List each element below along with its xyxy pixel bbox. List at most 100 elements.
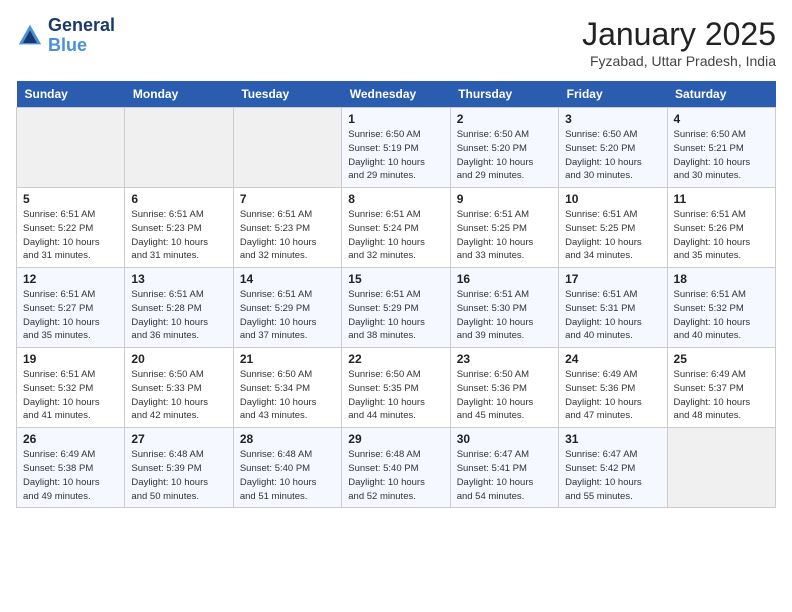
calendar-cell: 28 Sunrise: 6:48 AM Sunset: 5:40 PM Dayli… [233,428,341,508]
day-info: Sunrise: 6:51 AM Sunset: 5:25 PM Dayligh… [457,208,552,263]
calendar-cell: 2 Sunrise: 6:50 AM Sunset: 5:20 PM Daylig… [450,108,558,188]
day-info: Sunrise: 6:51 AM Sunset: 5:30 PM Dayligh… [457,288,552,343]
calendar-cell: 27 Sunrise: 6:48 AM Sunset: 5:39 PM Dayli… [125,428,233,508]
day-number: 12 [23,272,118,286]
calendar-cell: 6 Sunrise: 6:51 AM Sunset: 5:23 PM Daylig… [125,188,233,268]
day-info: Sunrise: 6:51 AM Sunset: 5:27 PM Dayligh… [23,288,118,343]
title-block: January 2025 Fyzabad, Uttar Pradesh, Ind… [582,16,776,69]
calendar-week-5: 26Sunrise: 6:49 AM Sunset: 5:38 PM Dayli… [17,428,776,508]
page-header: General Blue January 2025 Fyzabad, Uttar… [16,16,776,69]
day-info: Sunrise: 6:50 AM Sunset: 5:20 PM Dayligh… [565,128,660,183]
calendar-cell: 10 Sunrise: 6:51 AM Sunset: 5:25 PM Dayli… [559,188,667,268]
logo: General Blue [16,16,115,56]
calendar-table: SundayMondayTuesdayWednesdayThursdayFrid… [16,81,776,508]
day-number: 30 [457,432,552,446]
month-title: January 2025 [582,16,776,53]
calendar-cell [233,108,341,188]
calendar-cell: 29 Sunrise: 6:48 AM Sunset: 5:40 PM Dayli… [342,428,450,508]
day-number: 10 [565,192,660,206]
day-number: 17 [565,272,660,286]
day-number: 6 [131,192,226,206]
calendar-cell: 12 Sunrise: 6:51 AM Sunset: 5:27 PM Dayli… [17,268,125,348]
day-info: Sunrise: 6:50 AM Sunset: 5:19 PM Dayligh… [348,128,443,183]
day-info: Sunrise: 6:51 AM Sunset: 5:29 PM Dayligh… [348,288,443,343]
day-info: Sunrise: 6:51 AM Sunset: 5:31 PM Dayligh… [565,288,660,343]
calendar-cell: 15 Sunrise: 6:51 AM Sunset: 5:29 PM Dayli… [342,268,450,348]
day-number: 7 [240,192,335,206]
calendar-cell: 20 Sunrise: 6:50 AM Sunset: 5:33 PM Dayli… [125,348,233,428]
day-info: Sunrise: 6:47 AM Sunset: 5:42 PM Dayligh… [565,448,660,503]
calendar-cell: 21 Sunrise: 6:50 AM Sunset: 5:34 PM Dayli… [233,348,341,428]
calendar-body: 1 Sunrise: 6:50 AM Sunset: 5:19 PM Daylig… [17,108,776,508]
calendar-cell: 19 Sunrise: 6:51 AM Sunset: 5:32 PM Dayli… [17,348,125,428]
logo-text: General Blue [48,16,115,56]
calendar-cell [125,108,233,188]
day-info: Sunrise: 6:50 AM Sunset: 5:35 PM Dayligh… [348,368,443,423]
day-number: 27 [131,432,226,446]
calendar-cell: 25Sunrise: 6:49 AM Sunset: 5:37 PM Dayli… [667,348,775,428]
header-row: SundayMondayTuesdayWednesdayThursdayFrid… [17,81,776,108]
day-info: Sunrise: 6:48 AM Sunset: 5:40 PM Dayligh… [240,448,335,503]
day-number: 14 [240,272,335,286]
day-info: Sunrise: 6:49 AM Sunset: 5:38 PM Dayligh… [23,448,118,503]
day-info: Sunrise: 6:51 AM Sunset: 5:28 PM Dayligh… [131,288,226,343]
day-number: 13 [131,272,226,286]
day-info: Sunrise: 6:50 AM Sunset: 5:34 PM Dayligh… [240,368,335,423]
day-number: 2 [457,112,552,126]
calendar-cell: 18 Sunrise: 6:51 AM Sunset: 5:32 PM Dayli… [667,268,775,348]
calendar-cell [667,428,775,508]
header-cell-monday: Monday [125,81,233,108]
day-number: 29 [348,432,443,446]
day-info: Sunrise: 6:51 AM Sunset: 5:23 PM Dayligh… [131,208,226,263]
day-info: Sunrise: 6:51 AM Sunset: 5:23 PM Dayligh… [240,208,335,263]
calendar-cell: 23Sunrise: 6:50 AM Sunset: 5:36 PM Dayli… [450,348,558,428]
calendar-cell: 17 Sunrise: 6:51 AM Sunset: 5:31 PM Dayli… [559,268,667,348]
header-cell-saturday: Saturday [667,81,775,108]
day-info: Sunrise: 6:48 AM Sunset: 5:40 PM Dayligh… [348,448,443,503]
location: Fyzabad, Uttar Pradesh, India [582,53,776,69]
day-info: Sunrise: 6:50 AM Sunset: 5:21 PM Dayligh… [674,128,769,183]
day-number: 19 [23,352,118,366]
day-number: 20 [131,352,226,366]
calendar-cell: 24Sunrise: 6:49 AM Sunset: 5:36 PM Dayli… [559,348,667,428]
logo-icon [16,22,44,50]
calendar-cell: 7 Sunrise: 6:51 AM Sunset: 5:23 PM Daylig… [233,188,341,268]
day-number: 3 [565,112,660,126]
day-number: 21 [240,352,335,366]
day-number: 1 [348,112,443,126]
day-number: 18 [674,272,769,286]
day-number: 8 [348,192,443,206]
day-number: 28 [240,432,335,446]
calendar-cell: 8Sunrise: 6:51 AM Sunset: 5:24 PM Daylig… [342,188,450,268]
header-cell-wednesday: Wednesday [342,81,450,108]
day-number: 5 [23,192,118,206]
calendar-week-1: 1 Sunrise: 6:50 AM Sunset: 5:19 PM Daylig… [17,108,776,188]
header-cell-thursday: Thursday [450,81,558,108]
day-info: Sunrise: 6:51 AM Sunset: 5:32 PM Dayligh… [23,368,118,423]
calendar-cell [17,108,125,188]
day-number: 4 [674,112,769,126]
day-number: 15 [348,272,443,286]
day-info: Sunrise: 6:50 AM Sunset: 5:20 PM Dayligh… [457,128,552,183]
day-number: 31 [565,432,660,446]
day-info: Sunrise: 6:48 AM Sunset: 5:39 PM Dayligh… [131,448,226,503]
calendar-cell: 22 Sunrise: 6:50 AM Sunset: 5:35 PM Dayli… [342,348,450,428]
calendar-cell: 30 Sunrise: 6:47 AM Sunset: 5:41 PM Dayli… [450,428,558,508]
calendar-week-4: 19 Sunrise: 6:51 AM Sunset: 5:32 PM Dayli… [17,348,776,428]
day-number: 23 [457,352,552,366]
day-info: Sunrise: 6:49 AM Sunset: 5:37 PM Dayligh… [674,368,769,423]
header-cell-tuesday: Tuesday [233,81,341,108]
calendar-cell: 3 Sunrise: 6:50 AM Sunset: 5:20 PM Daylig… [559,108,667,188]
header-cell-sunday: Sunday [17,81,125,108]
calendar-cell: 9Sunrise: 6:51 AM Sunset: 5:25 PM Daylig… [450,188,558,268]
day-info: Sunrise: 6:50 AM Sunset: 5:33 PM Dayligh… [131,368,226,423]
day-info: Sunrise: 6:47 AM Sunset: 5:41 PM Dayligh… [457,448,552,503]
day-info: Sunrise: 6:51 AM Sunset: 5:32 PM Dayligh… [674,288,769,343]
calendar-cell: 5Sunrise: 6:51 AM Sunset: 5:22 PM Daylig… [17,188,125,268]
day-number: 22 [348,352,443,366]
calendar-cell: 1 Sunrise: 6:50 AM Sunset: 5:19 PM Daylig… [342,108,450,188]
calendar-cell: 26Sunrise: 6:49 AM Sunset: 5:38 PM Dayli… [17,428,125,508]
day-info: Sunrise: 6:51 AM Sunset: 5:25 PM Dayligh… [565,208,660,263]
calendar-cell: 4 Sunrise: 6:50 AM Sunset: 5:21 PM Daylig… [667,108,775,188]
day-number: 16 [457,272,552,286]
